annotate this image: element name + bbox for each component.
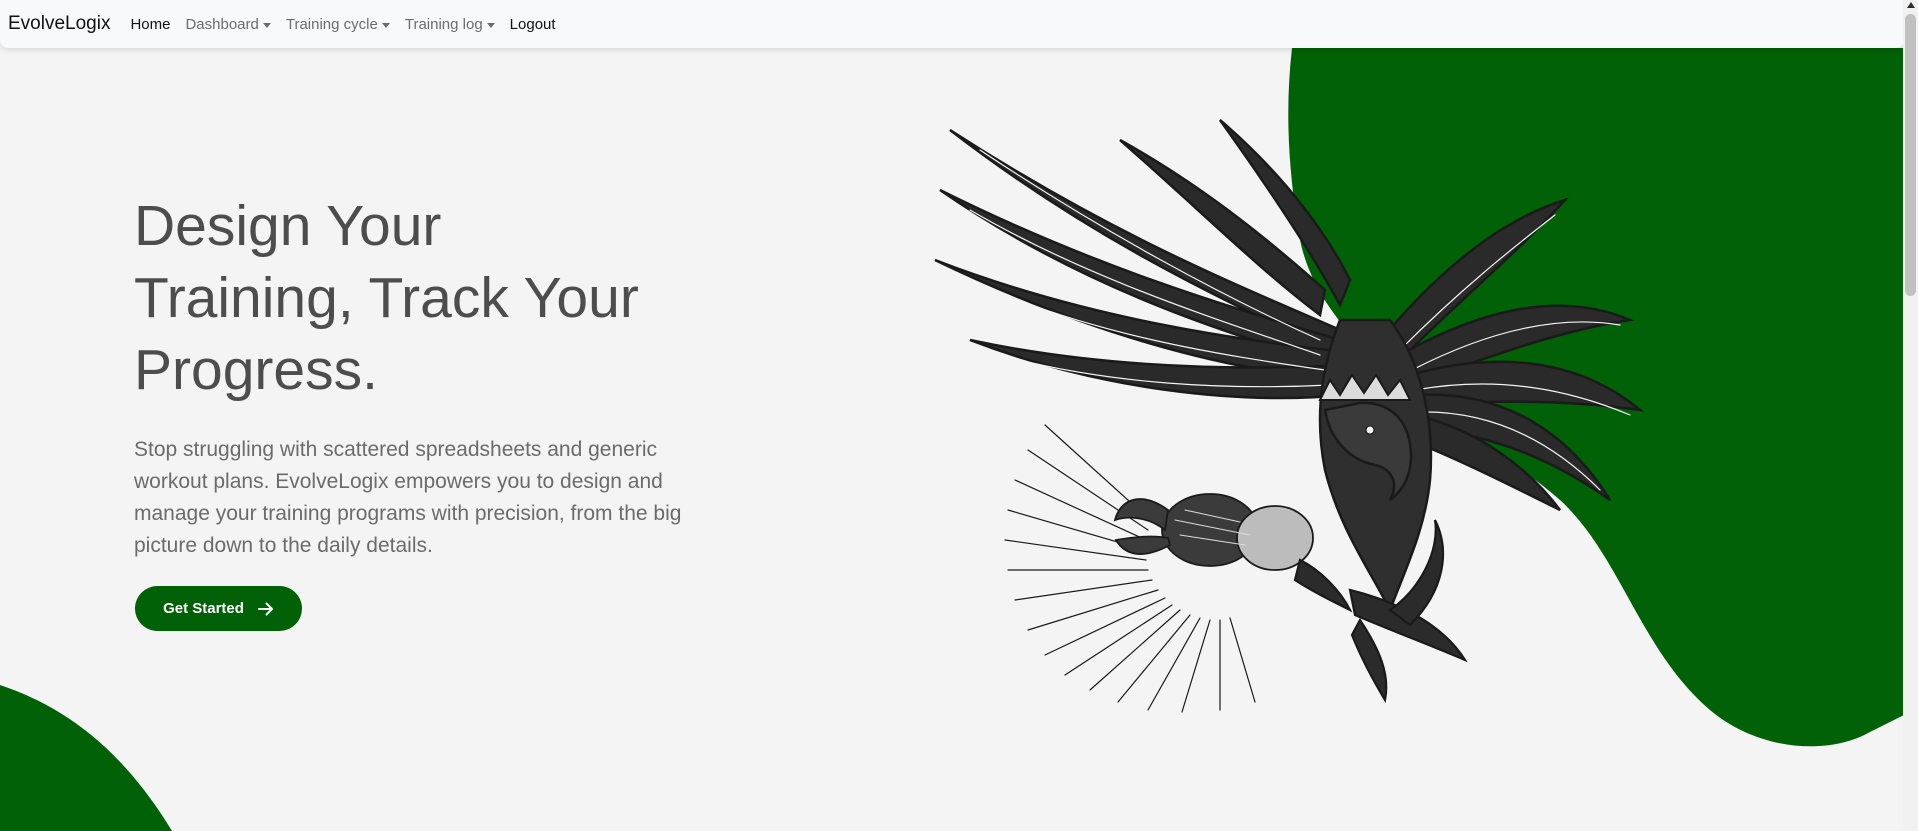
hero-title-line-3: Progress.	[134, 338, 378, 402]
get-started-button[interactable]: Get Started	[135, 586, 302, 631]
nav-dashboard-dropdown[interactable]: Dashboard	[185, 15, 271, 33]
chevron-down-icon	[262, 22, 271, 28]
nav-logout-label: Logout	[509, 15, 556, 33]
sunburst-rays	[1004, 424, 1256, 713]
hero-description: Stop struggling with scattered spreadshe…	[134, 438, 682, 557]
hero-title: Design Your Training, Track Your Progres…	[134, 190, 734, 406]
nav-training-cycle-label: Training cycle	[285, 15, 378, 33]
nav-home-label: Home	[130, 15, 171, 33]
nav-training-cycle-dropdown[interactable]: Training cycle	[286, 16, 390, 33]
bottom-left-green-blob	[0, 685, 172, 831]
hero-title-line-2: Training, Track Your	[134, 266, 639, 330]
hero-title-line-1: Design Your	[134, 194, 442, 258]
chevron-down-icon	[381, 22, 390, 28]
scrollbar-thumb[interactable]	[1905, 14, 1916, 296]
nav-training-log-label: Training log	[404, 15, 483, 33]
nav-dashboard-label: Dashboard	[185, 15, 259, 33]
chevron-down-icon	[486, 22, 495, 28]
top-navbar: EvolveLogix Home Dashboard Training cycl…	[0, 0, 1904, 48]
arrow-right-icon	[257, 602, 273, 615]
thistle	[1113, 493, 1314, 571]
nav-home[interactable]: Home	[130, 16, 170, 33]
nav-training-log-dropdown[interactable]: Training log	[405, 16, 495, 33]
eagle-illustration	[934, 119, 1645, 713]
scroll-up-arrow-icon[interactable]	[1907, 2, 1915, 8]
nav-logout[interactable]: Logout	[510, 16, 556, 33]
brand-logo-link[interactable]: EvolveLogix	[8, 13, 110, 35]
get-started-label: Get Started	[163, 600, 244, 617]
